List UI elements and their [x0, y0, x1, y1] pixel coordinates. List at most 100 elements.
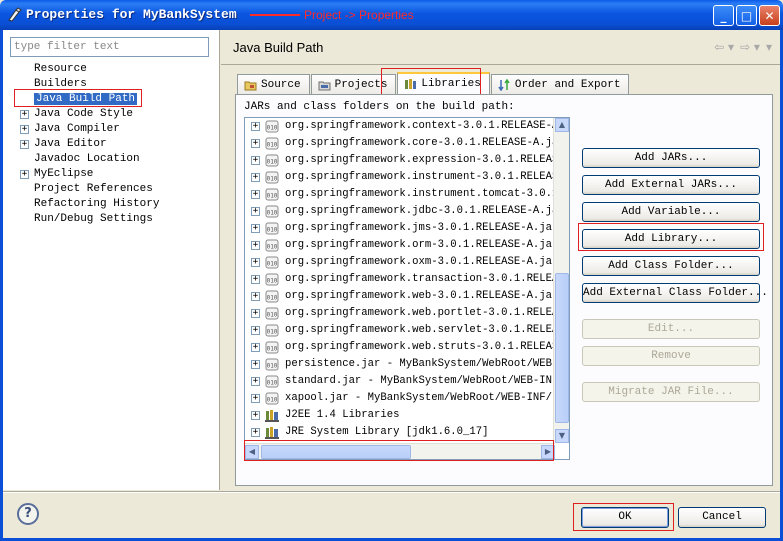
list-item[interactable]: +010 org.springframework.instrument-3.0.1… [245, 169, 569, 186]
list-item-label: org.springframework.core-3.0.1.RELEASE-A… [285, 137, 570, 149]
list-item[interactable]: +010 org.springframework.instrument.tomca… [245, 186, 569, 203]
cancel-button[interactable]: Cancel [678, 507, 766, 528]
list-item[interactable]: +010 org.springframework.web.servlet-3.0.… [245, 322, 569, 339]
list-item[interactable]: +010 standard.jar - MyBankSystem/WebRoot/… [245, 373, 569, 390]
list-item[interactable]: +010 org.springframework.web.struts-3.0.1… [245, 339, 569, 356]
list-item[interactable]: +010 org.springframework.jdbc-3.0.1.RELEA… [245, 203, 569, 220]
expand-icon[interactable]: + [251, 241, 260, 250]
list-item[interactable]: +010 org.springframework.web.portlet-3.0.… [245, 305, 569, 322]
jar-icon: 010 [265, 290, 279, 303]
expand-icon[interactable]: + [251, 309, 260, 318]
expand-icon[interactable]: + [251, 343, 260, 352]
list-item[interactable]: +010 org.springframework.expression-3.0.1… [245, 152, 569, 169]
add-external-jars-button[interactable]: Add External JARs... [582, 175, 760, 195]
close-button[interactable]: ✕ [759, 5, 780, 26]
help-icon[interactable]: ? [17, 503, 39, 525]
expand-icon[interactable]: + [20, 140, 29, 149]
build-path-label: JARs and class folders on the build path… [244, 101, 515, 113]
list-item[interactable]: +010 org.springframework.context-3.0.1.RE… [245, 118, 569, 135]
list-item[interactable]: + JRE System Library [jdk1.6.0_17] [245, 424, 569, 441]
list-item-label: xapool.jar - MyBankSystem/WebRoot/WEB-IN… [285, 392, 570, 404]
expand-icon[interactable]: + [251, 207, 260, 216]
jar-icon: 010 [265, 358, 279, 371]
maximize-button[interactable]: □ [736, 5, 757, 26]
tab-source[interactable]: Source [237, 74, 310, 94]
view-menu-button[interactable]: ▾ [766, 40, 772, 54]
list-item-label: JRE System Library [jdk1.6.0_17] [285, 426, 489, 438]
expand-icon[interactable]: + [20, 125, 29, 134]
expand-icon[interactable]: + [251, 190, 260, 199]
library-icon [265, 426, 279, 439]
vertical-scrollbar[interactable]: ▲ ▼ [553, 118, 569, 443]
expand-icon[interactable]: + [251, 139, 260, 148]
list-item[interactable]: +010 org.springframework.transaction-3.0.… [245, 271, 569, 288]
list-item[interactable]: +010 org.springframework.web-3.0.1.RELEAS… [245, 288, 569, 305]
expand-icon[interactable]: + [251, 292, 260, 301]
horizontal-scrollbar[interactable]: ◀ ▶ [245, 443, 555, 459]
list-item[interactable]: +010 xapool.jar - MyBankSystem/WebRoot/WE… [245, 390, 569, 407]
add-jars-button[interactable]: Add JARs... [582, 148, 760, 168]
tab-libraries[interactable]: Libraries [397, 72, 490, 94]
page-nav: ⇦ ▾ ⇨ ▾ ▾ [714, 40, 772, 54]
expand-icon[interactable]: + [251, 428, 260, 437]
jar-icon: 010 [265, 341, 279, 354]
tree-item[interactable]: + Java Compiler [10, 122, 215, 137]
title-bar[interactable]: Properties for MyBankSystem Project -> P… [0, 0, 783, 30]
expand-icon[interactable]: + [251, 224, 260, 233]
expand-icon[interactable]: + [251, 173, 260, 182]
svg-text:010: 010 [267, 176, 278, 183]
scroll-up-icon[interactable]: ▲ [555, 118, 569, 132]
tree-item[interactable]: Java Build Path [10, 92, 215, 107]
expand-icon[interactable]: + [20, 110, 29, 119]
vertical-scroll-thumb[interactable] [555, 273, 569, 423]
back-button[interactable]: ⇦ ▾ [714, 40, 734, 54]
tree-item[interactable]: + Java Code Style [10, 107, 215, 122]
add-external-class-folder-button[interactable]: Add External Class Folder... [582, 283, 768, 303]
horizontal-scroll-thumb[interactable] [261, 445, 411, 459]
scroll-right-icon[interactable]: ▶ [541, 445, 555, 459]
library-list[interactable]: +010 org.springframework.context-3.0.1.RE… [244, 117, 570, 460]
expand-icon[interactable]: + [251, 377, 260, 386]
expand-icon[interactable]: + [251, 326, 260, 335]
scroll-down-icon[interactable]: ▼ [555, 429, 569, 443]
expand-icon[interactable]: + [251, 122, 260, 131]
add-variable-button[interactable]: Add Variable... [582, 202, 760, 222]
tree-item[interactable]: + MyEclipse [10, 167, 215, 182]
minimize-button[interactable]: _ [713, 5, 734, 26]
expand-icon[interactable]: + [251, 156, 260, 165]
scroll-left-icon[interactable]: ◀ [245, 445, 259, 459]
svg-text:010: 010 [267, 363, 278, 370]
list-item[interactable]: +010 org.springframework.orm-3.0.1.RELEAS… [245, 237, 569, 254]
expand-icon[interactable]: + [251, 411, 260, 420]
tree-item[interactable]: Run/Debug Settings [10, 212, 215, 227]
expand-icon[interactable]: + [251, 258, 260, 267]
tree-item[interactable]: + Java Editor [10, 137, 215, 152]
tree-item[interactable]: Builders [10, 77, 215, 92]
preference-tree-pane: type filter text Resource Builders Java Bu… [3, 30, 220, 490]
tab-projects[interactable]: Projects [310, 74, 397, 94]
tree-item[interactable]: Refactoring History [10, 197, 215, 212]
expand-icon[interactable]: + [20, 170, 29, 179]
tab-order-and-export[interactable]: Order and Export [490, 74, 630, 94]
expand-icon[interactable]: + [251, 394, 260, 403]
expand-icon[interactable]: + [251, 360, 260, 369]
list-item[interactable]: +010 org.springframework.oxm-3.0.1.RELEAS… [245, 254, 569, 271]
list-item[interactable]: +010 org.springframework.core-3.0.1.RELEA… [245, 135, 569, 152]
tree-item[interactable]: Javadoc Location [10, 152, 215, 167]
list-item[interactable]: +010 persistence.jar - MyBankSystem/WebRo… [245, 356, 569, 373]
tree-item-label: Resource [34, 63, 87, 75]
ok-button[interactable]: OK [581, 507, 669, 528]
jar-icon: 010 [265, 239, 279, 252]
filter-input[interactable]: type filter text [10, 37, 209, 57]
tree-item-label: Builders [34, 78, 87, 90]
list-item[interactable]: +010 org.springframework.jms-3.0.1.RELEAS… [245, 220, 569, 237]
tree-item[interactable]: Resource [10, 62, 215, 77]
list-item-label: org.springframework.context-3.0.1.RELEAS… [285, 120, 570, 132]
forward-button[interactable]: ⇨ ▾ [740, 40, 760, 54]
add-class-folder-button[interactable]: Add Class Folder... [582, 256, 760, 276]
expand-icon[interactable]: + [251, 275, 260, 284]
jar-icon: 010 [265, 324, 279, 337]
list-item[interactable]: + J2EE 1.4 Libraries [245, 407, 569, 424]
tree-item[interactable]: Project References [10, 182, 215, 197]
add-library-button[interactable]: Add Library... [582, 229, 760, 249]
